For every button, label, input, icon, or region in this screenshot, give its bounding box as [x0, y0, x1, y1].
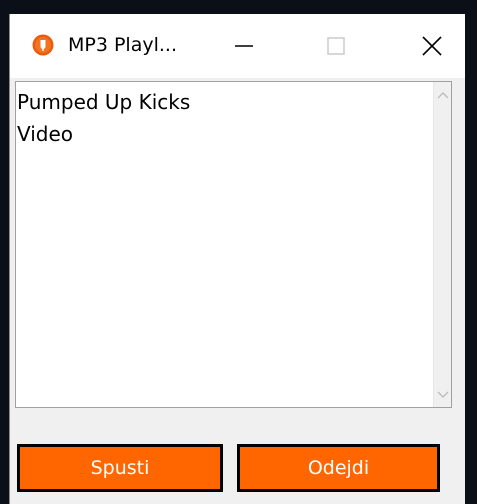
- maximize-button[interactable]: [306, 14, 366, 78]
- screen: MP3 Playl... Pumped Up Kicks Video Spust…: [0, 0, 477, 504]
- scroll-down-button[interactable]: [434, 386, 451, 403]
- title-bar[interactable]: MP3 Playl...: [10, 14, 465, 78]
- desktop-background: [464, 0, 477, 504]
- close-icon: [422, 36, 442, 56]
- desktop-background: [0, 0, 477, 14]
- scroll-up-button[interactable]: [434, 86, 451, 103]
- chevron-up-icon: [437, 91, 448, 98]
- vertical-scrollbar[interactable]: [433, 82, 451, 407]
- list-item[interactable]: Pumped Up Kicks: [16, 86, 436, 118]
- playlist-listbox[interactable]: Pumped Up Kicks Video: [15, 81, 452, 408]
- minimize-button[interactable]: [214, 14, 274, 78]
- spusti-button[interactable]: Spusti: [17, 444, 223, 492]
- list-item[interactable]: Video: [16, 118, 436, 150]
- odejdi-button[interactable]: Odejdi: [237, 444, 440, 492]
- maximize-icon: [327, 37, 345, 55]
- close-button[interactable]: [402, 14, 462, 78]
- app-window: MP3 Playl... Pumped Up Kicks Video Spust…: [9, 14, 465, 504]
- desktop-background: [0, 0, 9, 504]
- chevron-down-icon: [437, 391, 448, 398]
- window-title: MP3 Playl...: [68, 34, 177, 56]
- minimize-icon: [235, 45, 253, 47]
- playlist-items: Pumped Up Kicks Video: [16, 86, 436, 150]
- app-icon: [32, 34, 54, 56]
